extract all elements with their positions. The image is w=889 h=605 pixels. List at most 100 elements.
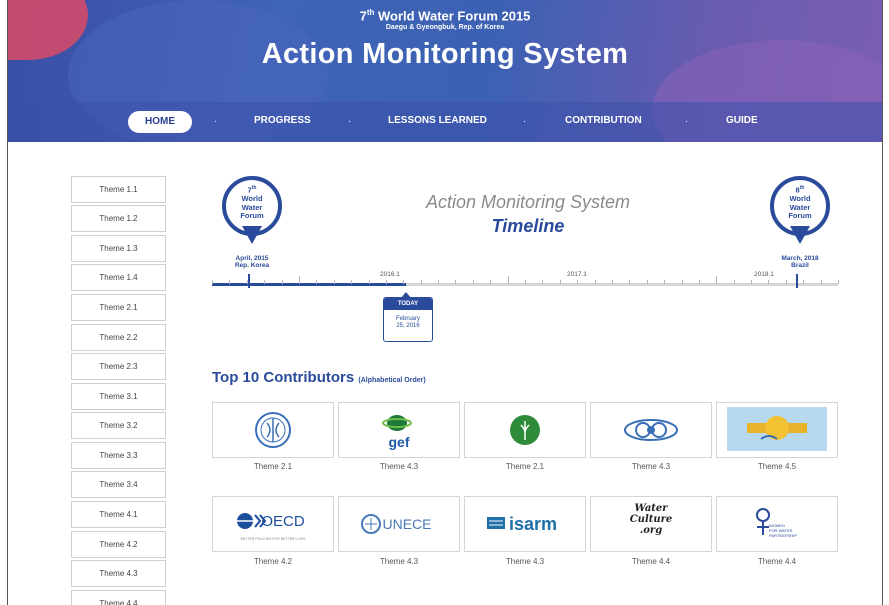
timeline-tick bbox=[542, 280, 544, 284]
nav-separator: · bbox=[214, 116, 218, 127]
timeline-tick bbox=[646, 280, 648, 284]
waterculture-wordmark: Water Culture .org bbox=[629, 503, 673, 536]
partner-logo-icon bbox=[727, 407, 827, 451]
sidebar-item-theme-1-1[interactable]: Theme 1.1 bbox=[71, 176, 166, 203]
sidebar-item-theme-2-2[interactable]: Theme 2.2 bbox=[71, 324, 166, 351]
main-nav: HOME · PROGRESS · LESSONS LEARNED · CONT… bbox=[8, 111, 882, 133]
sidebar-item-theme-3-2[interactable]: Theme 3.2 bbox=[71, 412, 166, 439]
contributor-partner[interactable] bbox=[716, 402, 838, 458]
nav-contribution[interactable]: CONTRIBUTION bbox=[565, 115, 642, 126]
timeline-tick bbox=[803, 280, 805, 284]
timeline-tick bbox=[229, 280, 231, 284]
timeline-tick bbox=[785, 280, 787, 284]
contributor-theme: Theme 4.3 bbox=[505, 557, 545, 566]
header-banner: 7th World Water Forum 2015 Daegu & Gyeon… bbox=[8, 0, 882, 142]
sidebar-item-theme-3-3[interactable]: Theme 3.3 bbox=[71, 442, 166, 469]
sidebar-item-theme-2-3[interactable]: Theme 2.3 bbox=[71, 353, 166, 380]
fao-logo-icon bbox=[255, 412, 291, 448]
page-title: Action Monitoring System bbox=[261, 38, 629, 70]
start-marker bbox=[248, 274, 250, 288]
contributor-unece[interactable]: UNECE bbox=[338, 496, 460, 552]
pin-text: 7th World Water Forum bbox=[240, 185, 264, 220]
contributor-waterculture[interactable]: Water Culture .org bbox=[590, 496, 712, 552]
sidebar-item-theme-3-1[interactable]: Theme 3.1 bbox=[71, 383, 166, 410]
nav-separator: · bbox=[523, 116, 527, 127]
timeline-progress bbox=[212, 283, 407, 286]
wheat-logo-icon bbox=[510, 415, 540, 445]
contributor-theme: Theme 4.3 bbox=[631, 462, 671, 471]
sidebar-item-theme-4-2[interactable]: Theme 4.2 bbox=[71, 531, 166, 558]
timeline-tick bbox=[281, 280, 283, 284]
sidebar-item-theme-4-3[interactable]: Theme 4.3 bbox=[71, 560, 166, 587]
contributor-theme: Theme 2.1 bbox=[505, 462, 545, 471]
contributor-theme: Theme 4.3 bbox=[379, 462, 419, 471]
today-label: TODAY bbox=[384, 298, 432, 310]
timeline-tick bbox=[316, 280, 318, 284]
sidebar-item-theme-3-4[interactable]: Theme 3.4 bbox=[71, 471, 166, 498]
pin-text: 8th World Water Forum bbox=[788, 185, 812, 220]
nav-separator: · bbox=[685, 116, 689, 127]
contributor-theme: Theme 4.4 bbox=[757, 557, 797, 566]
unece-wordmark: UNECE bbox=[382, 516, 432, 532]
contributor-wheat[interactable] bbox=[464, 402, 586, 458]
timeline-tick bbox=[611, 280, 613, 284]
year-label: 2016.1 bbox=[380, 271, 400, 278]
timeline-tick bbox=[438, 280, 440, 284]
contributor-inbo[interactable] bbox=[590, 402, 712, 458]
pin-tip bbox=[790, 226, 810, 244]
timeline-tick bbox=[559, 280, 561, 284]
page-frame: 7th World Water Forum 2015 Daegu & Gyeon… bbox=[7, 0, 883, 605]
end-marker bbox=[796, 274, 798, 288]
contributor-theme: Theme 4.4 bbox=[631, 557, 671, 566]
timeline-tick bbox=[525, 280, 526, 284]
timeline-tick bbox=[490, 280, 492, 284]
timeline-tick bbox=[472, 280, 474, 284]
contributor-isarm[interactable]: isarm bbox=[464, 496, 586, 552]
timeline-tick bbox=[264, 280, 266, 284]
sidebar-item-theme-2-1[interactable]: Theme 2.1 bbox=[71, 294, 166, 321]
end-forum-pin: 8th World Water Forum bbox=[770, 176, 830, 252]
gef-wordmark: gef bbox=[388, 434, 410, 450]
start-date: April, 2015 Rep. Korea bbox=[234, 255, 270, 269]
contributor-wfwp[interactable]: WOMEN FOR WATER PARTNERSHIP bbox=[716, 496, 838, 552]
globe-logo-icon bbox=[624, 419, 678, 441]
isarm-wordmark: isarm bbox=[508, 513, 558, 534]
sidebar-item-theme-4-4[interactable]: Theme 4.4 bbox=[71, 590, 166, 605]
timeline-tick bbox=[698, 280, 700, 284]
timeline-tick bbox=[333, 280, 335, 284]
timeline-tick bbox=[768, 280, 770, 284]
contributor-gef[interactable]: gef bbox=[338, 402, 460, 458]
forum-title: 7th World Water Forum 2015 bbox=[359, 8, 531, 24]
timeline-tick bbox=[298, 276, 300, 284]
timeline-tick bbox=[385, 280, 387, 284]
oecd-tagline: BETTER POLICIES FOR BETTER LIVES bbox=[240, 537, 306, 541]
nav-lessons-learned[interactable]: LESSONS LEARNED bbox=[388, 115, 487, 126]
nav-guide[interactable]: GUIDE bbox=[726, 115, 758, 126]
timeline-tick bbox=[351, 280, 353, 284]
timeline-tick bbox=[681, 280, 683, 284]
sidebar-item-theme-1-2[interactable]: Theme 1.2 bbox=[71, 205, 166, 232]
timeline-tick bbox=[368, 280, 370, 284]
contributor-oecd[interactable]: OECD BETTER POLICIES FOR BETTER LIVES bbox=[212, 496, 334, 552]
nav-home[interactable]: HOME bbox=[128, 111, 192, 133]
timeline-tick bbox=[594, 280, 596, 284]
timeline-tick bbox=[420, 280, 422, 284]
timeline-tick bbox=[751, 280, 753, 284]
pin-tip bbox=[242, 226, 262, 244]
end-date: March, 2018 Brazil bbox=[781, 255, 819, 269]
sidebar-item-theme-1-4[interactable]: Theme 1.4 bbox=[71, 264, 166, 291]
timeline-tick bbox=[664, 280, 666, 284]
timeline-tick bbox=[838, 280, 839, 284]
timeline-tick bbox=[577, 280, 579, 284]
year-label: 2018.1 bbox=[754, 271, 774, 278]
nav-progress[interactable]: PROGRESS bbox=[254, 115, 311, 126]
contributor-fao[interactable] bbox=[212, 402, 334, 458]
sidebar-item-theme-1-3[interactable]: Theme 1.3 bbox=[71, 235, 166, 262]
start-forum-pin: 7th World Water Forum bbox=[222, 176, 282, 252]
nav-separator: · bbox=[348, 116, 352, 127]
timeline-tick bbox=[716, 276, 718, 284]
sidebar-item-theme-4-1[interactable]: Theme 4.1 bbox=[71, 501, 166, 528]
timeline-tick bbox=[455, 280, 457, 284]
wfwp-wordmark: WOMEN FOR WATER PARTNERSHIP bbox=[769, 523, 798, 538]
timeline-tick bbox=[212, 280, 213, 284]
